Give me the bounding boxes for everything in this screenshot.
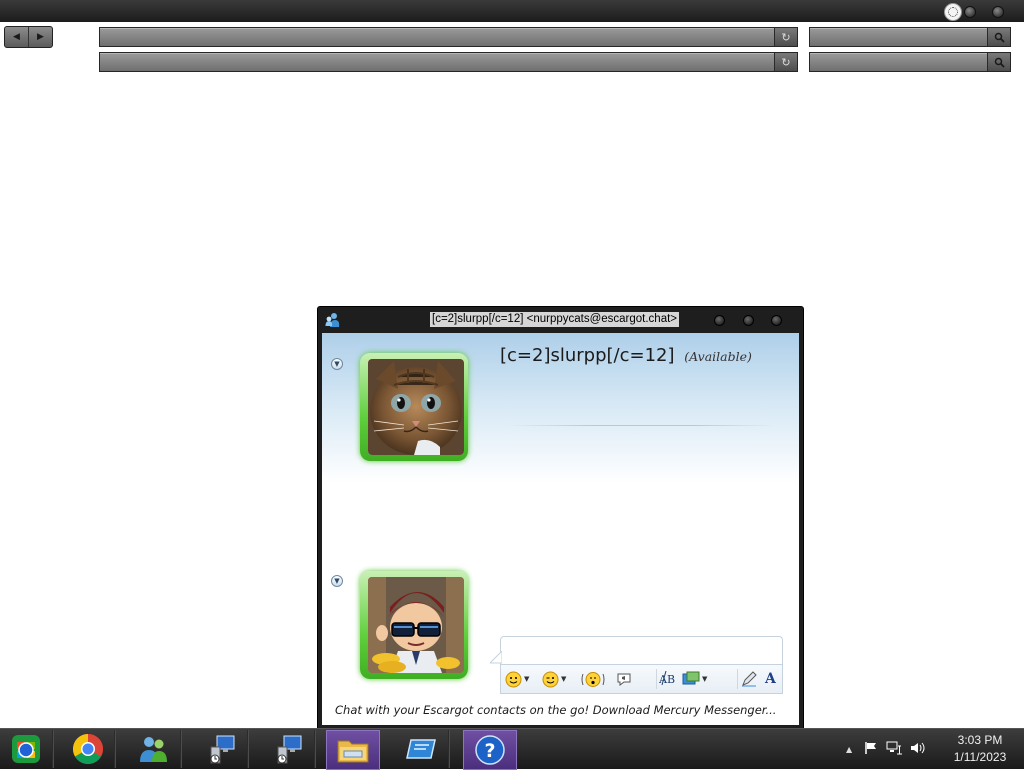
taskbar-remote-desktop-2[interactable] — [262, 730, 315, 768]
self-avatar-frame[interactable] — [360, 571, 468, 679]
chat-window: [c=2]slurpp[/c=12] <nurppycats@escargot.… — [317, 306, 804, 730]
chevron-down-icon: ▼ — [524, 675, 530, 683]
taskbar-chrome[interactable] — [62, 730, 115, 768]
address-bar-secondary[interactable]: ↻ — [99, 52, 798, 72]
system-clock[interactable]: 3:03 PM 1/11/2023 — [940, 732, 1020, 766]
system-tray: ▲ — [846, 729, 926, 769]
chevron-down-icon: ▼ — [561, 675, 567, 683]
search-input[interactable] — [812, 29, 984, 47]
nudge-icon — [581, 671, 605, 687]
folder-icon — [337, 740, 369, 763]
chrome-icon — [72, 734, 104, 765]
start-orb-icon — [12, 735, 40, 763]
volume-icon[interactable] — [910, 740, 926, 759]
forward-button[interactable]: ▶ — [28, 27, 52, 47]
wink-icon — [542, 671, 559, 687]
wink-button[interactable]: ▼ — [542, 669, 566, 689]
contact-status: (Available) — [684, 349, 752, 364]
voice-clip-icon — [617, 673, 631, 686]
help-glyph: ? — [484, 740, 495, 762]
remote-desktop-icon — [277, 735, 302, 764]
action-center-flag-icon[interactable] — [864, 740, 878, 759]
maximize-button[interactable] — [743, 315, 754, 326]
spellcheck-button[interactable]: AB — [656, 669, 677, 689]
taskbar: ? ▲ 3:03 PM 1/11/2023 — [0, 728, 1024, 770]
minimize-button[interactable] — [714, 315, 725, 326]
pen-icon — [742, 671, 757, 687]
remote-desktop-icon — [210, 735, 235, 764]
handwriting-button[interactable] — [737, 669, 757, 689]
chat-window-titlebar[interactable]: [c=2]slurpp[/c=12] <nurppycats@escargot.… — [318, 307, 803, 333]
message-toolbar: ▼ ▼ AB ▼ A — [500, 664, 783, 694]
search-icon[interactable] — [987, 53, 1010, 71]
address-bar[interactable]: ↻ — [99, 27, 798, 47]
search-input-secondary[interactable] — [812, 54, 984, 72]
minimize-button[interactable] — [964, 6, 976, 18]
contact-avatar-frame[interactable] — [360, 353, 468, 461]
contact-display-name: [c=2]slurpp[/c=12] — [500, 345, 675, 366]
taskbar-window-switcher[interactable] — [396, 730, 449, 768]
promo-link[interactable]: Chat with your Escargot contacts on the … — [335, 703, 776, 717]
chat-window-title: [c=2]slurpp[/c=12] <nurppycats@escargot.… — [430, 312, 680, 327]
search-icon[interactable] — [987, 28, 1010, 46]
messenger-icon — [140, 737, 167, 762]
contact-name: [c=2]slurpp[/c=12] (Available) — [500, 345, 752, 366]
kitten-photo-icon — [368, 359, 464, 455]
background-button[interactable]: ▼ — [682, 669, 707, 689]
emoticon-button[interactable]: ▼ — [505, 669, 529, 689]
reload-icon[interactable]: ↻ — [774, 28, 797, 46]
top-bar — [0, 0, 1024, 22]
svg-text:AB: AB — [659, 673, 675, 686]
address-input-secondary[interactable] — [102, 54, 771, 72]
message-input-box[interactable] — [500, 636, 786, 669]
reload-icon[interactable]: ↻ — [774, 53, 797, 71]
help-icon: ? — [475, 735, 505, 765]
clock-date: 1/11/2023 — [953, 750, 1007, 764]
messenger-buddy-icon — [324, 312, 340, 328]
window-switcher-icon — [406, 739, 436, 759]
close-button[interactable] — [771, 315, 782, 326]
nudge-button[interactable] — [581, 669, 605, 689]
taskbar-remote-desktop-1[interactable] — [195, 730, 248, 768]
input-pointer-icon — [490, 651, 502, 664]
network-icon[interactable] — [886, 740, 903, 759]
chevron-down-icon[interactable]: ▼ — [331, 358, 343, 370]
voice-clip-button[interactable] — [616, 669, 632, 689]
taskbar-help[interactable]: ? — [463, 730, 517, 770]
search-bar[interactable] — [809, 27, 1011, 47]
clock-time: 3:03 PM — [957, 733, 1003, 747]
contact-avatar — [368, 359, 464, 455]
taskbar-file-explorer[interactable] — [326, 730, 380, 770]
emoticon-icon — [505, 671, 522, 687]
search-bar-secondary[interactable] — [809, 52, 1011, 72]
start-button[interactable] — [0, 730, 53, 768]
conversation-area: ▼ [c=2]slurpp[/c=12] (Available) ▼ ▼ ▼ A… — [322, 333, 799, 725]
self-avatar — [368, 577, 464, 673]
back-button[interactable]: ◀ — [5, 27, 28, 47]
cartoon-character-icon — [368, 577, 464, 673]
show-hidden-icons-button[interactable]: ▲ — [846, 745, 852, 754]
loading-spinner-icon — [944, 3, 962, 21]
background-icon — [682, 671, 700, 685]
chevron-down-icon[interactable]: ▼ — [331, 575, 343, 587]
navigation-buttons: ◀ ▶ — [4, 26, 53, 48]
font-button[interactable]: A — [765, 669, 776, 689]
chevron-down-icon: ▼ — [702, 675, 708, 683]
spellcheck-icon: AB — [659, 671, 675, 686]
taskbar-messenger[interactable] — [128, 730, 181, 768]
address-input[interactable] — [102, 29, 771, 47]
close-button[interactable] — [992, 6, 1004, 18]
header-divider — [508, 425, 776, 426]
